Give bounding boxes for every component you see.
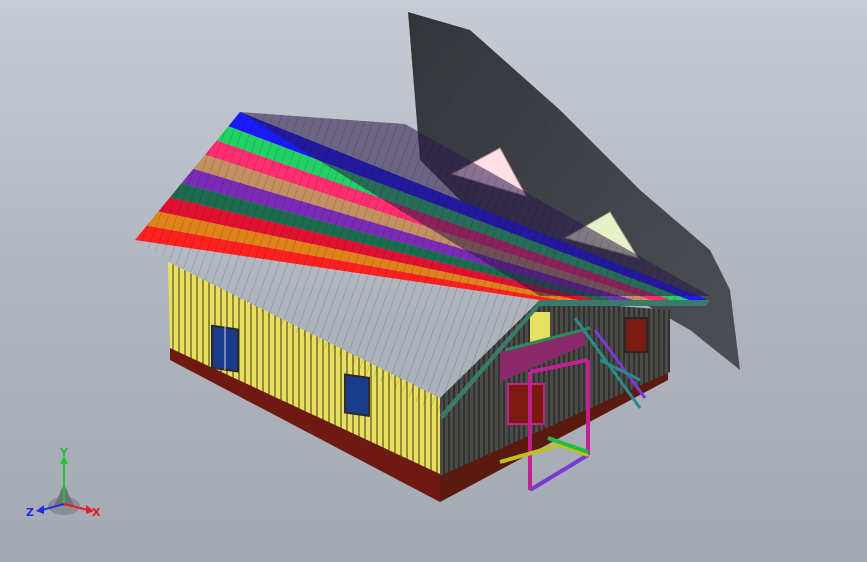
window-right <box>344 373 370 418</box>
z-axis-arrow <box>36 505 44 514</box>
house-model[interactable] <box>0 0 867 562</box>
orientation-triad[interactable]: Y X Z <box>24 446 108 526</box>
lower-window <box>507 383 545 425</box>
front-window <box>624 317 648 353</box>
3d-viewport[interactable]: Y X Z <box>0 0 867 562</box>
x-axis-label: X <box>92 506 101 519</box>
z-axis-label: Z <box>26 506 34 519</box>
y-axis-label: Y <box>59 446 69 459</box>
window-left <box>211 324 239 373</box>
